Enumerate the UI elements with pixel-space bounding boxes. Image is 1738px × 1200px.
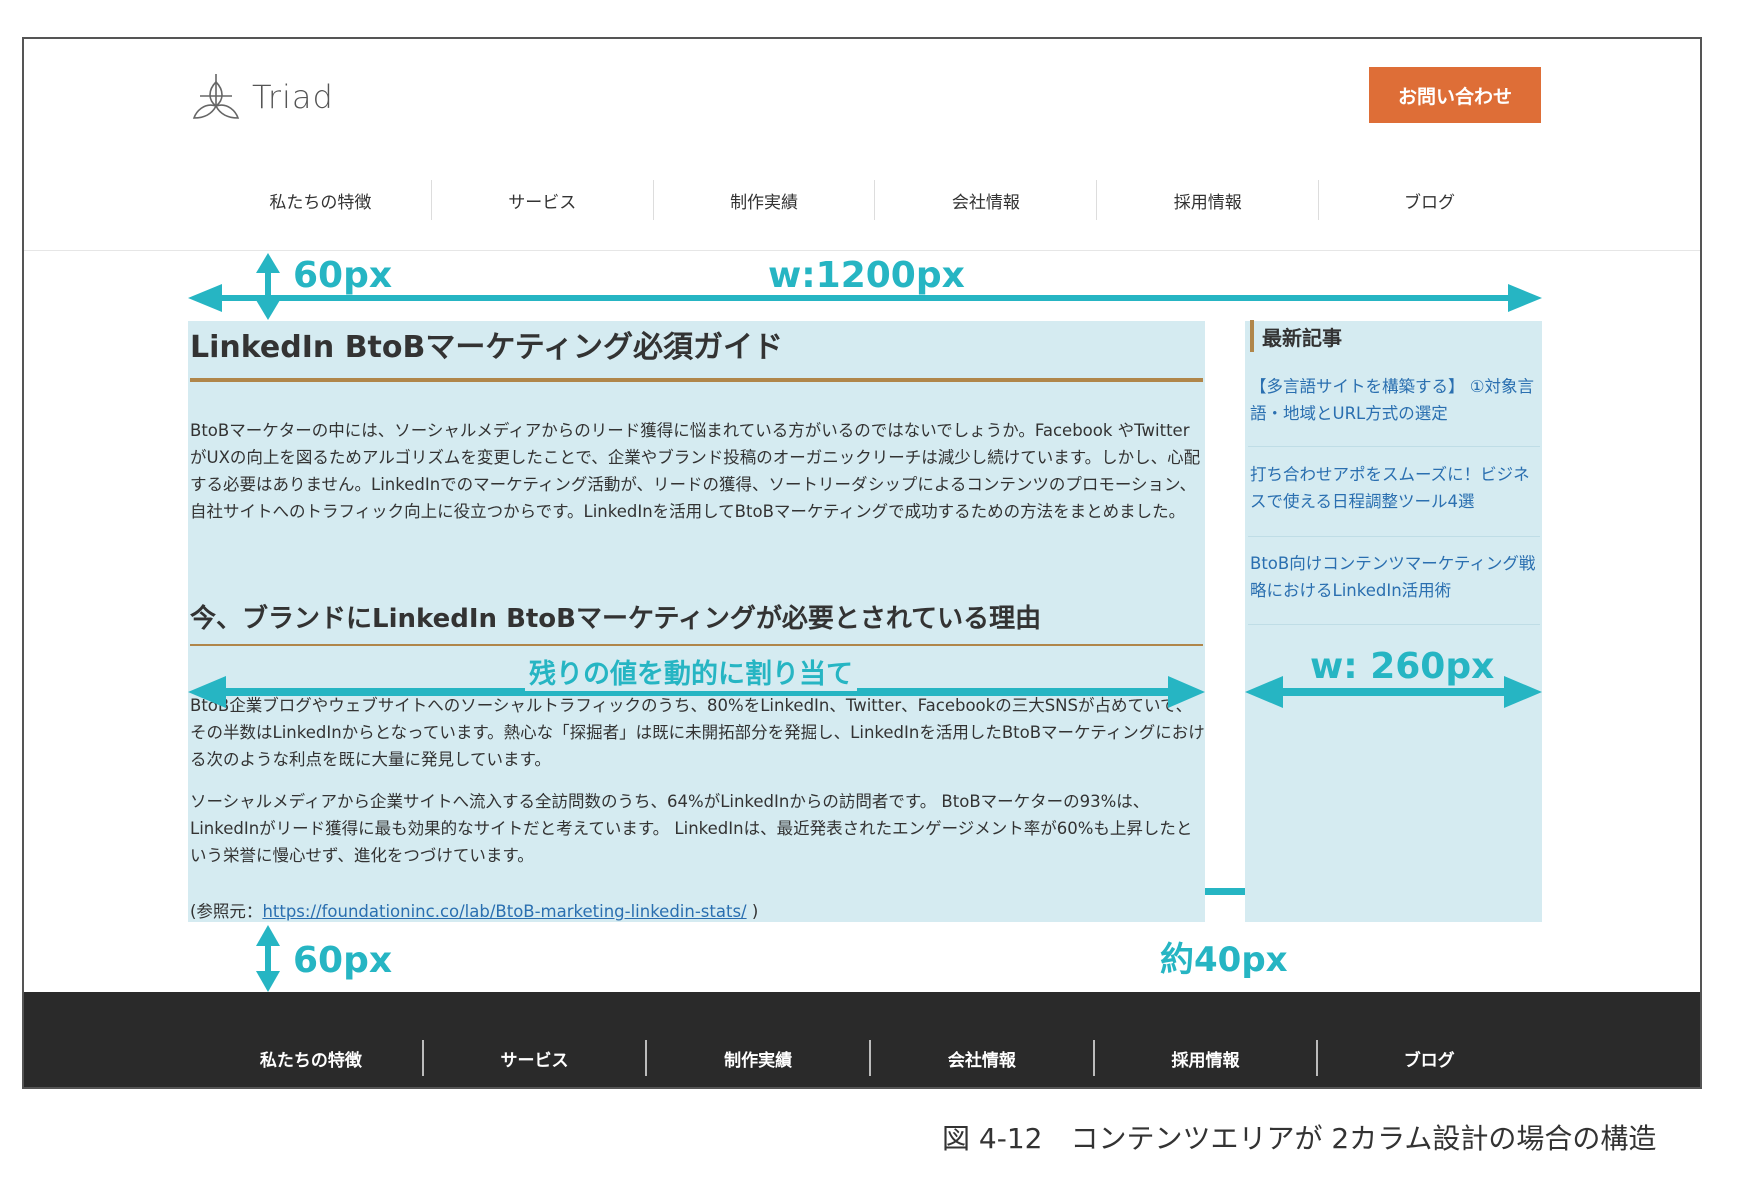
arrow-right-head	[1508, 284, 1542, 312]
figure-caption: 図 4-12 コンテンツエリアが 2カラム設計の場合の構造	[942, 1122, 1657, 1155]
gap-label: 約40px	[1160, 940, 1288, 980]
arrow-right-head	[1504, 676, 1542, 708]
arrow-left-head	[188, 676, 226, 708]
arrow-down-head	[256, 971, 280, 992]
arrow-up-head	[256, 925, 280, 946]
gap-marker	[1205, 888, 1245, 895]
annotation-arrows	[188, 253, 1542, 992]
bottom-margin-label: 60px	[293, 940, 393, 981]
top-margin-label: 60px	[293, 255, 393, 296]
total-width-label: w:1200px	[768, 255, 965, 296]
arrow-up-head	[256, 253, 280, 273]
main-width-label: 残りの値を動的に割り当て	[525, 652, 857, 691]
arrow-left-head	[188, 284, 222, 312]
arrow-left-head	[1245, 676, 1283, 708]
side-width-label: w: 260px	[1310, 646, 1495, 687]
arrow-right-head	[1168, 676, 1205, 708]
arrow-down-head	[256, 300, 280, 320]
